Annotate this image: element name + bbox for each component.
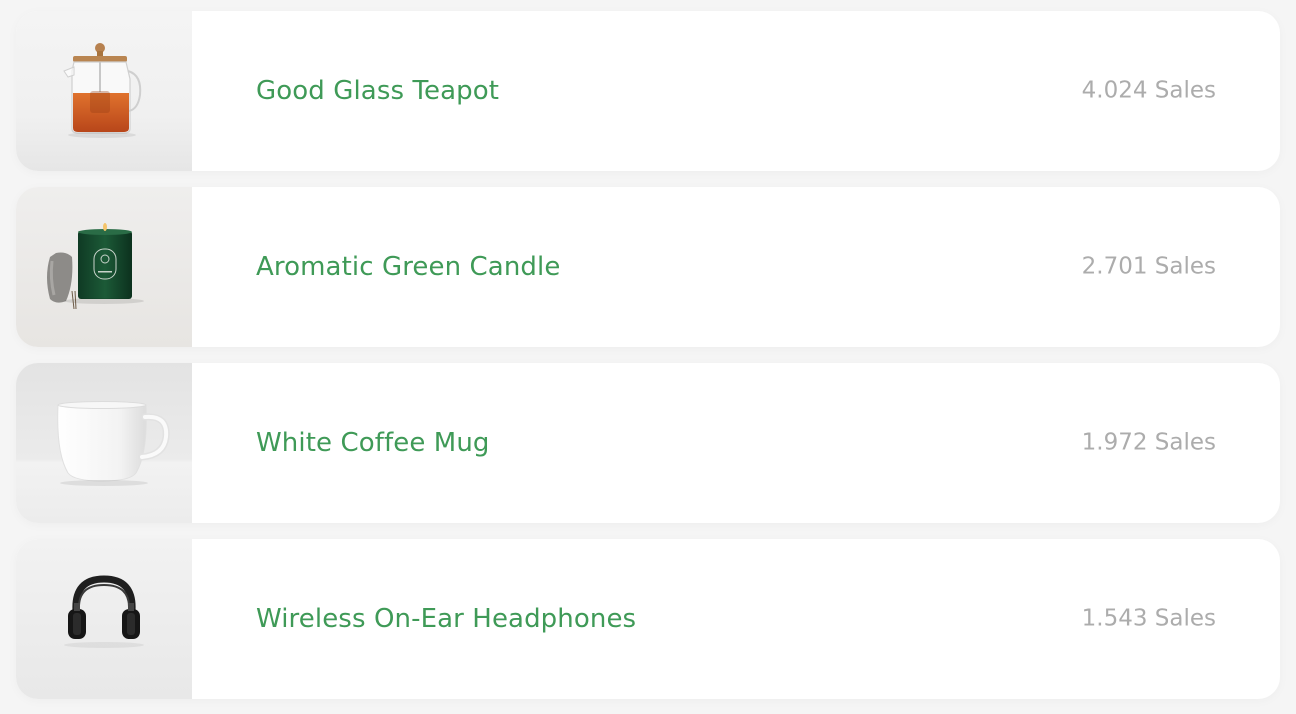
product-row[interactable]: Aromatic Green Candle 2.701 Sales — [16, 187, 1280, 347]
glass-teapot-image — [16, 11, 192, 171]
product-row[interactable]: White Coffee Mug 1.972 Sales — [16, 363, 1280, 523]
product-name[interactable]: White Coffee Mug — [256, 428, 490, 458]
product-sales-count: 2.701 Sales — [1081, 253, 1216, 280]
product-row[interactable]: Good Glass Teapot 4.024 Sales — [16, 11, 1280, 171]
green-candle-image — [16, 187, 192, 347]
product-sales-count: 4.024 Sales — [1081, 77, 1216, 104]
product-row[interactable]: Wireless On-Ear Headphones 1.543 Sales — [16, 539, 1280, 699]
product-name[interactable]: Good Glass Teapot — [256, 76, 499, 106]
product-sales-list: Good Glass Teapot 4.024 Sales Aromatic G… — [0, 0, 1296, 714]
headphones-image — [16, 539, 192, 699]
product-sales-count: 1.972 Sales — [1081, 429, 1216, 456]
product-name[interactable]: Wireless On-Ear Headphones — [256, 604, 636, 634]
product-sales-count: 1.543 Sales — [1081, 605, 1216, 632]
white-mug-image — [16, 363, 192, 523]
product-name[interactable]: Aromatic Green Candle — [256, 252, 560, 282]
